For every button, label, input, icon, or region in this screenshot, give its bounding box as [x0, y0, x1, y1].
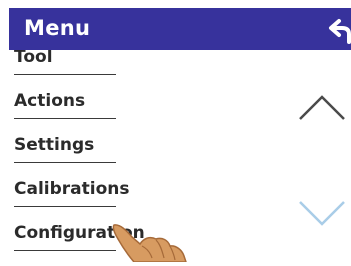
scroll-down-button[interactable]: [298, 200, 346, 226]
page-title: Menu: [24, 16, 91, 40]
menu-item-calibrations[interactable]: Calibrations: [14, 163, 129, 207]
chevron-down-icon: [299, 201, 345, 226]
menu-item-configuration[interactable]: Configuration: [14, 207, 145, 251]
menu-item-settings[interactable]: Settings: [14, 119, 116, 163]
menu-item-label: Calibrations: [14, 179, 130, 199]
menu-item-label: Tool: [14, 47, 53, 67]
header-bar: Menu: [9, 8, 351, 50]
back-button[interactable]: [319, 16, 351, 44]
scroll-up-button[interactable]: [298, 95, 346, 121]
back-arrow-icon: [329, 19, 351, 44]
menu-item-actions[interactable]: Actions: [14, 75, 116, 119]
menu-item-label: Settings: [14, 135, 95, 155]
chevron-up-icon: [299, 95, 345, 120]
menu-item-label: Actions: [14, 91, 86, 111]
pointing-hand-icon: [112, 222, 192, 263]
